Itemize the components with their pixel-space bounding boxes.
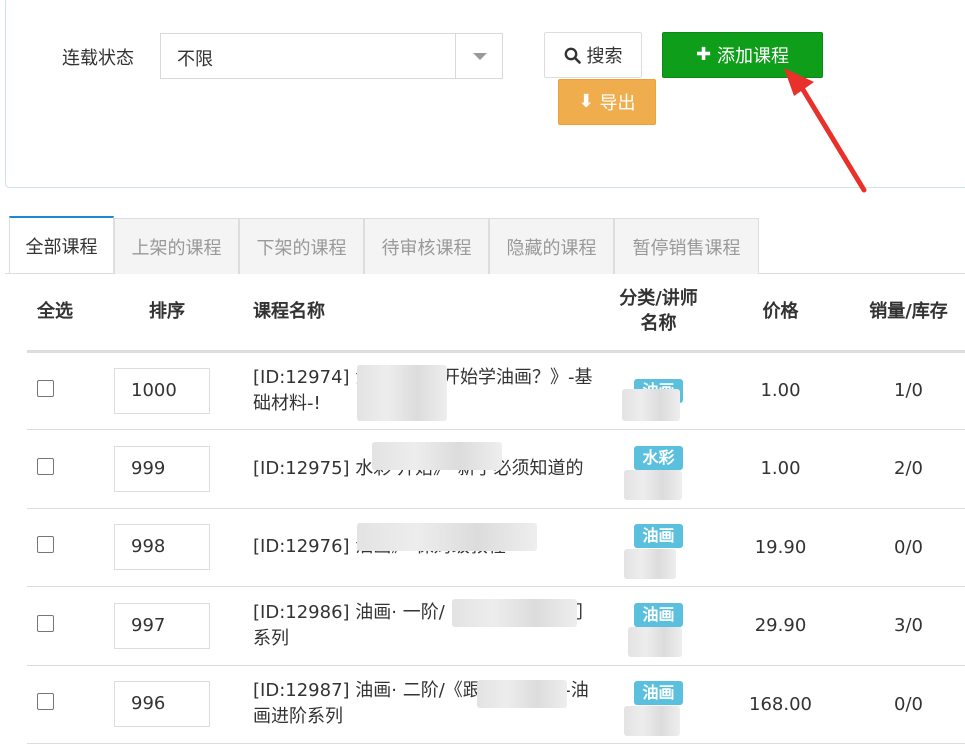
redaction-blur <box>624 470 682 500</box>
search-button[interactable]: 搜索 <box>544 32 642 78</box>
header-select-all: 全选 <box>27 273 97 353</box>
chevron-down-icon[interactable] <box>473 53 487 60</box>
sales-stock: 0/0 <box>852 508 965 587</box>
redaction-blur <box>452 599 577 627</box>
price: 19.90 <box>709 508 852 587</box>
table-row: 997 [ID:12986] 油画· 一阶/《列》- 新手入门系列 油画谭 29… <box>27 586 965 666</box>
annotation-arrow-icon <box>784 68 867 193</box>
serial-status-label: 连载状态 <box>62 48 134 69</box>
course-table: 全选 排序 课程名称 分类/讲师名称 价格 销量/库存 1000 [ID:129… <box>27 273 965 744</box>
sort-input[interactable]: 996 <box>114 681 210 728</box>
redaction-blur <box>372 442 502 470</box>
plus-icon: ✚ <box>695 44 712 65</box>
price: 1.00 <box>709 429 852 509</box>
row-checkbox[interactable] <box>37 379 54 397</box>
search-icon <box>564 47 581 64</box>
redaction-blur <box>477 679 567 708</box>
table-row: 996 [ID:12987] 油画· 二阶/《跟着调色1》-油画进阶系列 油画纪… <box>27 665 965 744</box>
redaction-blur <box>624 548 676 579</box>
tab-delisted-courses[interactable]: 下架的课程 <box>239 218 364 274</box>
price: 168.00 <box>709 665 852 744</box>
sales-stock: 1/0 <box>852 351 965 430</box>
price: 1.00 <box>709 351 852 430</box>
header-category-teacher-label: 分类/讲师名称 <box>619 288 698 335</box>
table-row: 1000 [ID:12974] 油画·《如何开始学油画？》-基础材料-! 油画 … <box>27 351 965 430</box>
category-badge: 水彩 <box>634 445 683 470</box>
row-checkbox[interactable] <box>37 614 54 632</box>
tab-listed-courses[interactable]: 上架的课程 <box>114 218 239 274</box>
redaction-blur <box>628 627 682 657</box>
row-checkbox[interactable] <box>37 536 54 554</box>
tab-all-courses[interactable]: 全部课程 <box>9 216 114 273</box>
table-row: 998 [ID:12976] 油画》-保姆级教程 油画纪 19.90 0/0 <box>27 508 965 587</box>
sort-input[interactable]: 1000 <box>114 367 210 414</box>
tab-hidden-courses[interactable]: 隐藏的课程 <box>489 218 614 274</box>
sales-stock: 3/0 <box>852 586 965 666</box>
table-row: 999 [ID:12975] 水彩·开始》-新手必须知道的 水彩宋 1.00 2… <box>27 429 965 509</box>
export-button-label: 导出 <box>599 93 636 114</box>
sort-input[interactable]: 998 <box>114 524 210 571</box>
course-tabs: 全部课程 上架的课程 下架的课程 待审核课程 隐藏的课程 暂停销售课程 <box>5 214 965 274</box>
header-price: 价格 <box>709 273 852 353</box>
redaction-blur <box>622 388 680 421</box>
redaction-blur <box>357 364 447 421</box>
price: 29.90 <box>709 586 852 666</box>
search-button-label: 搜索 <box>586 46 623 67</box>
export-button[interactable]: ⬇ 导出 <box>558 79 656 125</box>
sort-input[interactable]: 997 <box>114 602 210 649</box>
redaction-blur <box>357 522 537 551</box>
header-category-teacher: 分类/讲师名称 <box>608 273 709 353</box>
row-checkbox[interactable] <box>37 693 54 711</box>
serial-status-select[interactable]: 不限 <box>160 33 503 79</box>
table-header-row: 全选 排序 课程名称 分类/讲师名称 价格 销量/库存 <box>27 273 965 353</box>
category-badge: 油画 <box>634 681 683 706</box>
category-badge: 油画 <box>634 602 683 627</box>
sales-stock: 0/0 <box>852 665 965 744</box>
category-badge: 油画 <box>634 524 683 549</box>
tab-pending-review-courses[interactable]: 待审核课程 <box>364 218 489 274</box>
redaction-blur <box>624 705 680 736</box>
sort-input[interactable]: 999 <box>114 445 210 492</box>
select-divider <box>455 34 456 78</box>
select-value: 不限 <box>177 49 213 70</box>
sales-stock: 2/0 <box>852 429 965 509</box>
row-checkbox[interactable] <box>37 457 54 475</box>
header-sort: 排序 <box>97 273 237 353</box>
arrow-down-icon: ⬇ <box>578 91 594 112</box>
header-course-name: 课程名称 <box>237 273 608 353</box>
header-sales-stock: 销量/库存 <box>852 273 965 353</box>
tab-paused-courses[interactable]: 暂停销售课程 <box>614 218 759 274</box>
